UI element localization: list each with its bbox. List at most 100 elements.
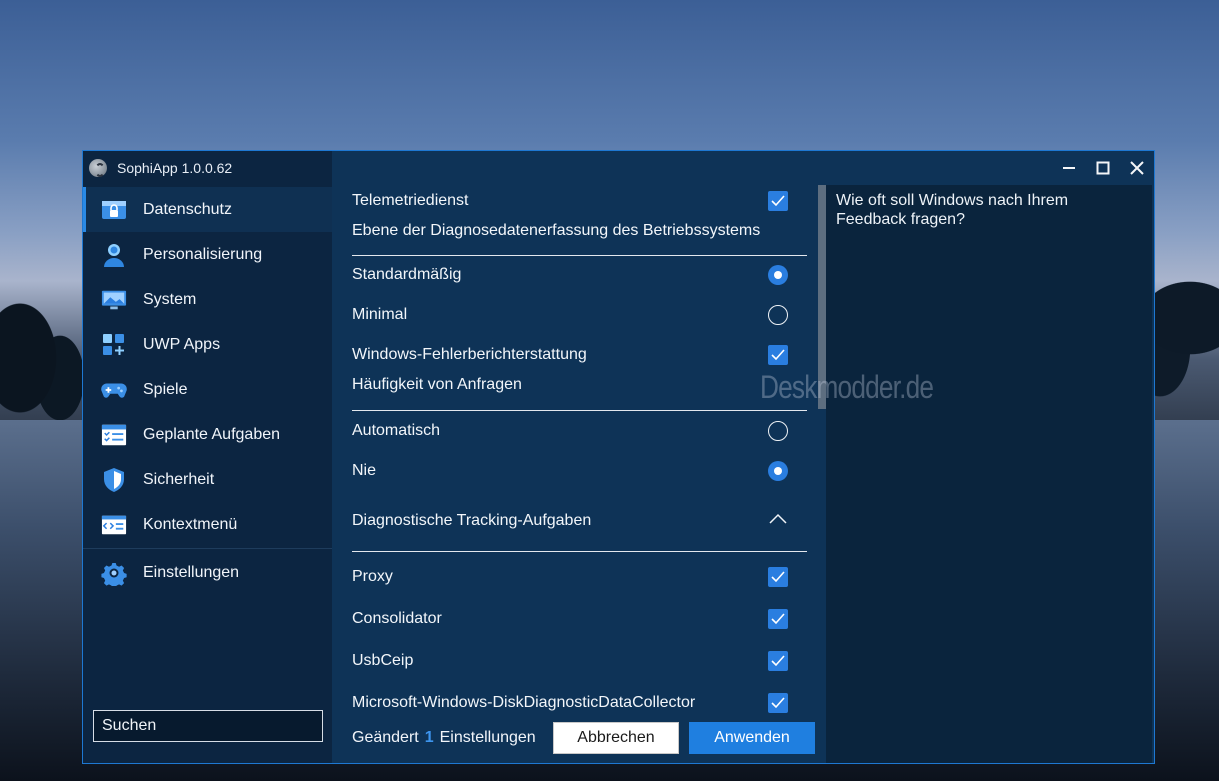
person-icon — [101, 242, 127, 268]
proxy-checkbox[interactable] — [768, 567, 788, 587]
checkmark-icon — [771, 613, 785, 625]
watermark-text: Deskmodder.de — [760, 369, 934, 405]
setting-heading-diag-level: Ebene der Diagnosedatenerfassung des Bet… — [352, 221, 807, 241]
setting-row-standard[interactable]: Standardmäßig — [352, 265, 807, 285]
consolidator-checkbox[interactable] — [768, 609, 788, 629]
app-logo-icon — [89, 159, 107, 177]
setting-group-label: Diagnostische Tracking-Aufgaben — [352, 512, 592, 529]
close-icon — [1130, 161, 1144, 175]
settings-list: Telemetriedienst Ebene der Diagnosedaten… — [332, 185, 815, 713]
setting-label: Standardmäßig — [352, 266, 462, 283]
sidebar-item-label: Einstellungen — [143, 563, 240, 581]
setting-label: Microsoft-Windows-DiskDiagnosticDataColl… — [352, 694, 696, 711]
automatic-radio[interactable] — [768, 421, 788, 441]
apply-button[interactable]: Anwenden — [689, 722, 815, 754]
minimize-button[interactable] — [1052, 151, 1086, 185]
monitor-icon — [101, 287, 127, 313]
sidebar-item-spiele[interactable]: Spiele — [83, 367, 332, 412]
sidebar-item-uwp-apps[interactable]: UWP Apps — [83, 322, 332, 367]
privacy-icon — [101, 197, 127, 223]
sidebar-divider — [83, 548, 332, 549]
setting-row-never[interactable]: Nie — [352, 461, 807, 481]
cancel-button[interactable]: Abbrechen — [553, 722, 679, 754]
changed-prefix: Geändert — [352, 729, 419, 746]
search-input[interactable] — [93, 710, 323, 742]
sidebar-item-label: Personalisierung — [143, 245, 263, 263]
telemetry-checkbox[interactable] — [768, 191, 788, 211]
setting-row-proxy[interactable]: Proxy — [352, 567, 807, 587]
footer-bar: Geändert 1 Einstellungen Abbrechen Anwen… — [332, 713, 826, 763]
separator — [352, 551, 807, 552]
setting-row-error-reporting[interactable]: Windows-Fehlerberichterstattung — [352, 345, 807, 365]
shield-icon — [101, 467, 127, 493]
checkmark-icon — [771, 195, 785, 207]
sidebar: SophiApp 1.0.0.62 Datenschutz Personalis… — [83, 151, 332, 763]
sidebar-item-einstellungen[interactable]: Einstellungen — [83, 550, 332, 595]
checkmark-icon — [771, 655, 785, 667]
sidebar-item-label: Kontextmenü — [143, 515, 238, 533]
setting-group-tracking-tasks[interactable]: Diagnostische Tracking-Aufgaben — [352, 511, 807, 531]
app-window: SophiApp 1.0.0.62 Datenschutz Personalis… — [82, 150, 1155, 764]
apps-icon — [101, 332, 127, 358]
setting-label: Consolidator — [352, 610, 442, 627]
sidebar-item-label: Datenschutz — [143, 200, 232, 218]
window-title: SophiApp 1.0.0.62 — [117, 160, 233, 176]
separator — [352, 410, 807, 411]
minimal-radio[interactable] — [768, 305, 788, 325]
sidebar-item-geplante-aufgaben[interactable]: Geplante Aufgaben — [83, 412, 332, 457]
error-reporting-checkbox[interactable] — [768, 345, 788, 365]
setting-heading-frequency: Häufigkeit von Anfragen — [352, 375, 807, 395]
task-list-icon — [101, 422, 127, 448]
maximize-icon — [1096, 161, 1110, 175]
description-text: Wie oft soll Windows nach Ihrem Feedback… — [836, 192, 1069, 228]
setting-label: Telemetriedienst — [352, 192, 469, 209]
setting-row-disk-collector[interactable]: Microsoft-Windows-DiskDiagnosticDataColl… — [352, 693, 807, 713]
setting-label: UsbCeip — [352, 652, 414, 669]
gamepad-icon — [101, 377, 127, 403]
setting-heading: Häufigkeit von Anfragen — [352, 376, 522, 393]
sidebar-item-sicherheit[interactable]: Sicherheit — [83, 457, 332, 502]
checkmark-icon — [771, 349, 785, 361]
description-panel: Wie oft soll Windows nach Ihrem Feedback… — [826, 185, 1152, 763]
usbceip-checkbox[interactable] — [768, 651, 788, 671]
title-bar: SophiApp 1.0.0.62 — [83, 151, 332, 185]
sidebar-nav: Datenschutz Personalisierung System UWP … — [83, 187, 332, 595]
setting-row-usbceip[interactable]: UsbCeip — [352, 651, 807, 671]
sidebar-item-label: UWP Apps — [143, 335, 221, 353]
sidebar-item-label: System — [143, 290, 197, 308]
close-button[interactable] — [1120, 151, 1154, 185]
disk-collector-checkbox[interactable] — [768, 693, 788, 713]
sidebar-item-label: Geplante Aufgaben — [143, 425, 281, 443]
setting-row-consolidator[interactable]: Consolidator — [352, 609, 807, 629]
window-controls — [1052, 151, 1154, 185]
setting-label: Minimal — [352, 306, 408, 323]
setting-label: Automatisch — [352, 422, 441, 439]
checkmark-icon — [771, 697, 785, 709]
setting-heading: Ebene der Diagnosedatenerfassung des Bet… — [352, 222, 761, 239]
sidebar-item-personalisierung[interactable]: Personalisierung — [83, 232, 332, 277]
never-radio[interactable] — [768, 461, 788, 481]
sidebar-item-label: Spiele — [143, 380, 188, 398]
setting-row-minimal[interactable]: Minimal — [352, 305, 807, 325]
chevron-up-icon[interactable] — [768, 512, 788, 530]
changed-count: 1 — [424, 729, 434, 746]
sidebar-item-kontextmenue[interactable]: Kontextmenü — [83, 502, 332, 547]
setting-row-telemetry[interactable]: Telemetriedienst — [352, 191, 807, 211]
gear-icon — [101, 560, 127, 586]
minimize-icon — [1063, 167, 1075, 169]
watermark: Deskmodder.de — [760, 369, 934, 406]
sidebar-item-datenschutz[interactable]: Datenschutz — [83, 187, 332, 232]
setting-label: Nie — [352, 462, 377, 479]
context-menu-icon — [101, 512, 127, 538]
standard-radio[interactable] — [768, 265, 788, 285]
checkmark-icon — [771, 571, 785, 583]
setting-label: Proxy — [352, 568, 393, 585]
separator — [352, 255, 807, 256]
sidebar-item-label: Sicherheit — [143, 470, 215, 488]
sidebar-item-system[interactable]: System — [83, 277, 332, 322]
main-content: Telemetriedienst Ebene der Diagnosedaten… — [332, 151, 1154, 763]
setting-row-automatic[interactable]: Automatisch — [352, 421, 807, 441]
setting-label: Windows-Fehlerberichterstattung — [352, 346, 587, 363]
changed-suffix: Einstellungen — [439, 729, 536, 746]
maximize-button[interactable] — [1086, 151, 1120, 185]
